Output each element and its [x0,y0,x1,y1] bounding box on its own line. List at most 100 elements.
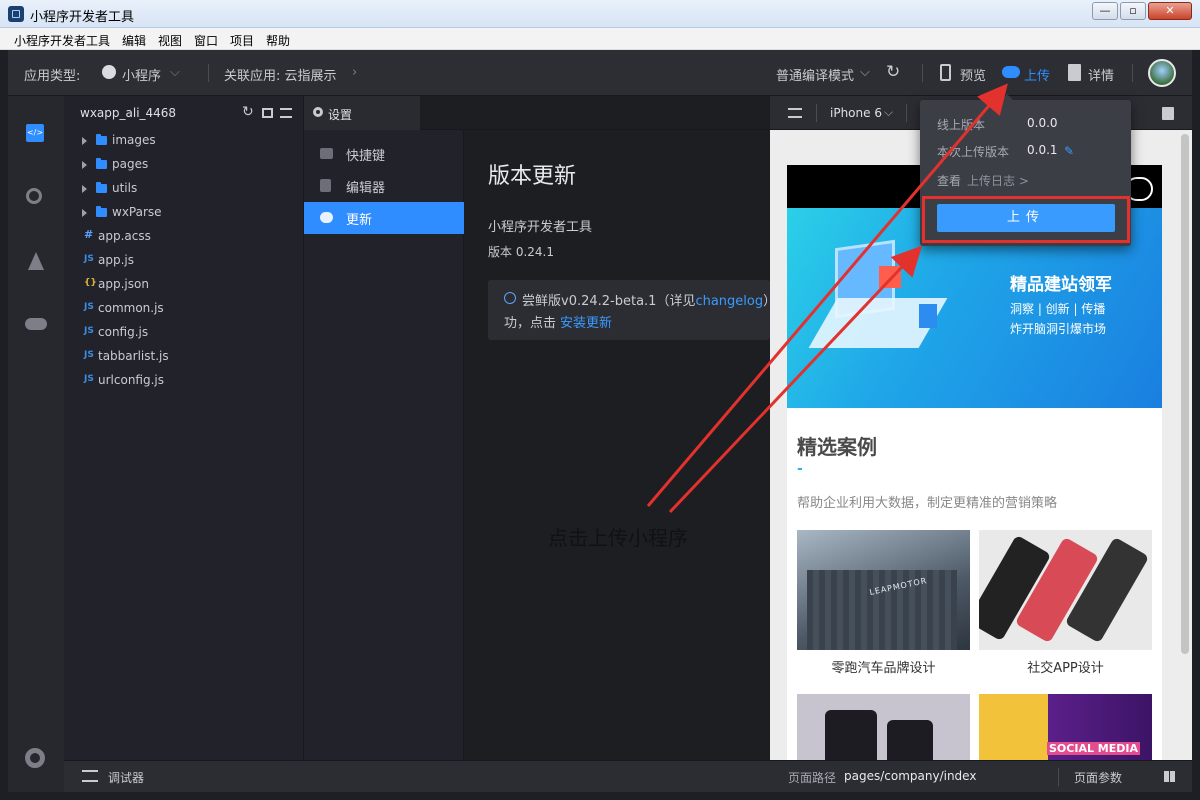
device-select[interactable]: iPhone 6 [830,106,882,120]
case-label[interactable]: 零跑汽车品牌设计 [797,657,970,676]
annotation-text: 点击上传小程序 [548,526,688,550]
section-title: 精选案例 [797,435,877,459]
upload-toolbar-button[interactable]: 上传 [1024,65,1050,84]
check-circle-icon [504,292,516,304]
section-description: 帮助企业利用大数据，制定更精准的营销策略 [797,496,1058,511]
css-file-icon: # [84,228,94,241]
install-update-link[interactable]: 安装更新 [560,316,612,331]
menu-app[interactable]: 小程序开发者工具 [14,32,110,49]
avatar[interactable] [1148,59,1176,87]
grid-icon[interactable] [1164,771,1175,782]
toolbar-divider [816,104,817,122]
upload-version-value: 0.0.1 [1027,143,1058,157]
chevron-down-icon[interactable]: ⌵ [170,65,180,80]
page-params-button[interactable]: 页面参数 [1074,769,1122,786]
app-type-select[interactable]: 小程序 [122,65,161,84]
online-version-value: 0.0.0 [1027,116,1058,130]
preview-button[interactable]: 预览 [960,65,986,84]
menu-edit[interactable]: 编辑 [122,32,146,49]
toolbar-divider [208,64,209,82]
alipay-icon [102,65,116,79]
code-editor-icon[interactable]: </> [26,124,44,142]
toolbar-divider [906,104,907,122]
toolbar-divider [1132,64,1133,82]
upload-log-link[interactable]: 上传日志 > [967,172,1029,189]
page-title: 版本更新 [488,164,577,189]
js-file-icon: JS [84,326,94,336]
building-illustration [807,570,957,650]
banner-subtitle: 炸开脑洞引爆市场 [1010,322,1107,336]
debugger-button[interactable]: 调试器 [108,769,144,786]
details-icon[interactable] [1068,64,1081,81]
case-image-social-app[interactable] [979,530,1152,650]
phone-preview-icon[interactable] [940,64,951,81]
case-image-3[interactable] [797,694,970,760]
chevron-right-icon [82,137,87,145]
menu-help[interactable]: 帮助 [266,32,290,49]
restore-button[interactable]: ▫ [1120,2,1146,20]
sliders-icon[interactable] [82,770,98,782]
minimize-button[interactable]: — [1092,2,1118,20]
case-label[interactable]: 社交APP设计 [979,657,1152,676]
collapse-icon[interactable] [262,108,273,118]
keyboard-icon [320,148,333,159]
chevron-down-icon[interactable]: ⌵ [860,65,870,80]
changelog-link[interactable]: changelog [695,294,763,309]
linked-app[interactable]: 关联应用: 云指展示 [224,65,337,84]
document-icon [320,179,331,192]
json-file-icon: {} [84,278,97,288]
online-version-label: 线上版本 [937,118,986,132]
update-panel: 版本更新 小程序开发者工具 版本 0.24.1 [464,130,770,760]
edit-pencil-icon[interactable]: ✎ [1064,144,1074,158]
folder-icon [96,206,107,217]
tab-settings[interactable]: 设置 [304,96,420,130]
panel-toggle-icon[interactable] [788,108,802,118]
chevron-right-icon[interactable]: › [352,65,357,80]
view-log-label: 查看 [937,174,962,188]
project-name: wxapp_ali_4468 [80,106,177,120]
app-logo-icon [8,6,24,22]
main-toolbar: 应用类型: 小程序 ⌵ 关联应用: 云指展示 › 普通编译模式 ⌵ ↻ 预览 上… [8,50,1192,96]
phone-mockup [887,720,933,760]
banner-subtitle: 洞察 | 创新 | 传播 [1010,302,1106,316]
case-image-leapmotor[interactable]: LEAPMOTOR [797,530,970,650]
update-notice: 尝鲜版v0.24.2-beta.1（详见changelog）版 功，点击安装更新 [488,280,789,340]
menu-project[interactable]: 项目 [230,32,254,49]
js-file-icon: JS [84,302,94,312]
menu-view[interactable]: 视图 [158,32,182,49]
refresh-icon[interactable]: ↻ [886,62,900,82]
close-button[interactable]: ✕ [1148,2,1192,20]
gear-icon[interactable] [25,748,45,768]
nav-editor[interactable]: 编辑器 [304,170,464,202]
product-name: 小程序开发者工具 [488,220,593,235]
cloud-icon [320,212,333,223]
menu-window[interactable]: 窗口 [194,32,218,49]
compile-mode-select[interactable]: 普通编译模式 [776,65,854,84]
details-button[interactable]: 详情 [1088,65,1114,84]
version-text: 版本 0.24.1 [488,245,554,259]
cloud-upload-icon[interactable] [1002,66,1020,78]
menu-icon[interactable] [280,108,292,118]
notice-text: 功，点击 [504,316,557,331]
flask-icon[interactable] [28,252,44,270]
window-title: 小程序开发者工具 [30,10,135,25]
case-image-social-media[interactable]: SOCIAL MEDIA [979,694,1152,760]
social-media-text: SOCIAL MEDIA [1047,742,1140,755]
activity-bar: </> [8,96,64,792]
cloud-icon[interactable] [25,318,47,330]
chevron-right-icon [82,209,87,217]
settings-doc-icon[interactable] [1162,107,1174,120]
page-path-value[interactable]: pages/company/index [844,769,976,783]
scrollbar[interactable] [1181,134,1189,654]
banner-title: 精品建站领军 [1010,275,1112,295]
window-title-bar: 小程序开发者工具 — ▫ ✕ [0,0,1200,28]
debug-search-icon[interactable] [26,188,42,204]
refresh-icon[interactable]: ↻ [242,104,254,120]
folder-icon [96,158,107,169]
chevron-down-icon[interactable]: ⌵ [884,105,893,120]
phone-mockup [825,710,877,760]
phone-screen: 精品建站领军 洞察 | 创新 | 传播 炸开脑洞引爆市场 精选案例 - 帮助企业… [787,165,1162,760]
nav-shortcuts[interactable]: 快捷键 [304,138,464,170]
js-file-icon: JS [84,374,94,384]
nav-update[interactable]: 更新 [304,202,464,234]
